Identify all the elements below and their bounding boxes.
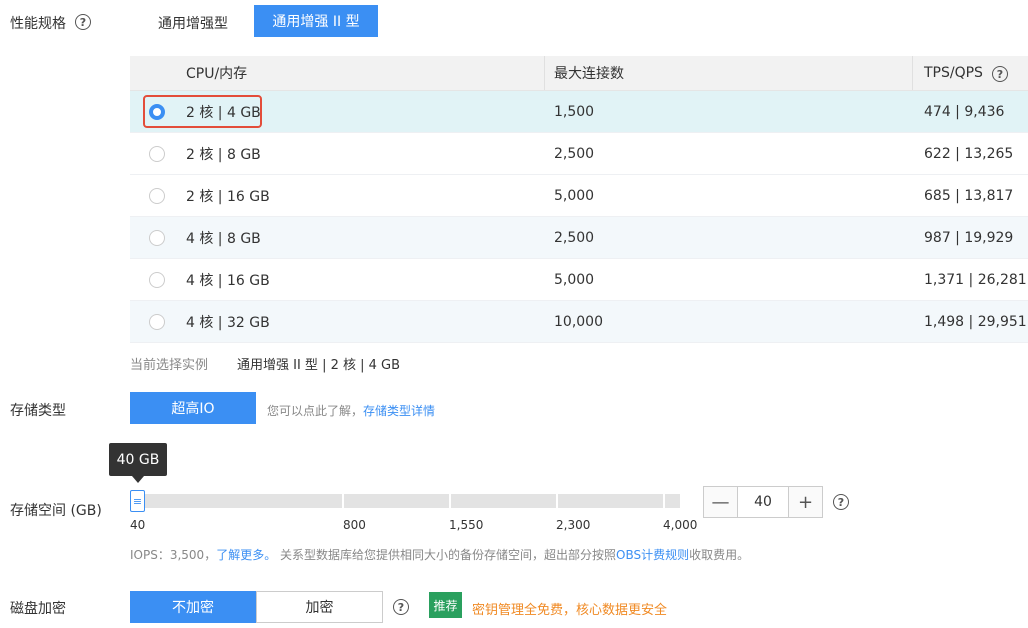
header-max-conn: 最大连接数 xyxy=(554,66,624,82)
cell-tps-qps: 987 | 19,929 xyxy=(924,229,1014,246)
cell-max-conn: 2,500 xyxy=(554,229,595,246)
table-row[interactable]: 4 核 | 32 GB 10,000 1,498 | 29,951 xyxy=(130,301,1028,343)
learn-more-link[interactable]: 了解更多。 xyxy=(216,548,276,562)
tab-general-enhanced-ii[interactable]: 通用增强 II 型 xyxy=(254,5,378,37)
encryption-button[interactable]: 加密 xyxy=(256,591,383,623)
table-row[interactable]: 2 核 | 16 GB 5,000 685 | 13,817 xyxy=(130,175,1028,217)
question-circle-icon[interactable]: ? xyxy=(393,599,409,615)
storage-type-detail-link[interactable]: 存储类型详情 xyxy=(363,404,435,418)
storage-size-tooltip: 40 GB xyxy=(109,443,167,476)
cell-cpu-mem: 4 核 | 32 GB xyxy=(186,314,270,331)
no-encryption-button[interactable]: 不加密 xyxy=(130,591,256,623)
cell-max-conn: 5,000 xyxy=(554,271,595,288)
slider-tick: 800 xyxy=(343,518,366,532)
radio-button[interactable] xyxy=(149,230,165,246)
selection-highlight xyxy=(143,95,262,128)
cell-cpu-mem: 2 核 | 8 GB xyxy=(186,146,261,163)
question-circle-icon[interactable]: ? xyxy=(75,14,91,30)
current-selection-label: 当前选择实例 xyxy=(130,358,209,373)
table-row[interactable]: 2 核 | 8 GB 2,500 622 | 13,265 xyxy=(130,133,1028,175)
storage-type-label: 存储类型 xyxy=(10,403,66,419)
obs-billing-link[interactable]: OBS计费规则 xyxy=(616,548,689,562)
tooltip-arrow xyxy=(132,476,144,483)
minus-button[interactable]: — xyxy=(704,487,737,517)
header-tps-qps: TPS/QPS xyxy=(924,65,983,81)
radio-button[interactable] xyxy=(149,146,165,162)
storage-type-hint: 您可以点此了解， xyxy=(267,404,364,418)
table-row[interactable]: 4 核 | 8 GB 2,500 987 | 19,929 xyxy=(130,217,1028,259)
cell-max-conn: 10,000 xyxy=(554,313,603,330)
billing-suffix-text: 收取费用。 xyxy=(689,548,750,562)
encryption-promo-text: 密钥管理全免费，核心数据更安全 xyxy=(472,603,668,618)
slider-tick: 40 xyxy=(130,518,146,532)
radio-button[interactable] xyxy=(149,314,165,330)
tab-general-enhanced[interactable]: 通用增强型 xyxy=(158,13,228,33)
cell-max-conn: 5,000 xyxy=(554,187,595,204)
radio-button[interactable] xyxy=(149,188,165,204)
table-header: CPU/内存 最大连接数 TPS/QPS ? xyxy=(130,56,1028,91)
storage-slider-track[interactable] xyxy=(130,494,680,508)
iops-text: IOPS：3,500， xyxy=(130,548,217,562)
current-selection-value: 通用增强 II 型 | 2 核 | 4 GB xyxy=(237,358,401,373)
storage-size-input[interactable]: 40 xyxy=(737,487,789,517)
cell-tps-qps: 474 | 9,436 xyxy=(924,103,1005,120)
table-row[interactable]: 2 核 | 4 GB 1,500 474 | 9,436 xyxy=(130,91,1028,133)
spec-table: CPU/内存 最大连接数 TPS/QPS ? 2 核 | 4 GB 1,500 … xyxy=(130,56,1028,343)
question-circle-icon[interactable]: ? xyxy=(992,66,1008,82)
cell-tps-qps: 685 | 13,817 xyxy=(924,187,1014,204)
radio-button[interactable] xyxy=(149,272,165,288)
storage-size-stepper: — 40 + xyxy=(703,486,823,518)
backup-note-text: 关系型数据库给您提供相同大小的备份存储空间，超出部分按照 xyxy=(276,548,617,562)
header-cpu-mem: CPU/内存 xyxy=(186,66,248,82)
storage-note: IOPS：3,500，了解更多。 关系型数据库给您提供相同大小的备份存储空间，超… xyxy=(130,546,749,563)
cell-tps-qps: 622 | 13,265 xyxy=(924,145,1014,162)
perf-spec-label: 性能规格 xyxy=(10,16,66,32)
cell-cpu-mem: 4 核 | 16 GB xyxy=(186,272,270,289)
cell-cpu-mem: 2 核 | 16 GB xyxy=(186,188,270,205)
slider-handle[interactable]: ≡ xyxy=(130,490,145,512)
storage-type-ultra-io-button[interactable]: 超高IO xyxy=(130,392,256,424)
question-circle-icon[interactable]: ? xyxy=(833,494,849,510)
slider-tick: 1,550 xyxy=(449,518,484,532)
table-row[interactable]: 4 核 | 16 GB 5,000 1,371 | 26,281 xyxy=(130,259,1028,301)
cell-tps-qps: 1,371 | 26,281 xyxy=(924,271,1027,288)
slider-tick: 4,000 xyxy=(663,518,698,532)
cell-max-conn: 1,500 xyxy=(554,103,595,120)
cell-tps-qps: 1,498 | 29,951 xyxy=(924,313,1027,330)
plus-button[interactable]: + xyxy=(789,487,822,517)
cell-cpu-mem: 4 核 | 8 GB xyxy=(186,230,261,247)
cell-max-conn: 2,500 xyxy=(554,145,595,162)
storage-space-label: 存储空间 (GB) xyxy=(10,503,102,519)
recommend-badge: 推荐 xyxy=(429,592,462,618)
slider-tick: 2,300 xyxy=(556,518,591,532)
disk-encryption-label: 磁盘加密 xyxy=(10,601,66,617)
